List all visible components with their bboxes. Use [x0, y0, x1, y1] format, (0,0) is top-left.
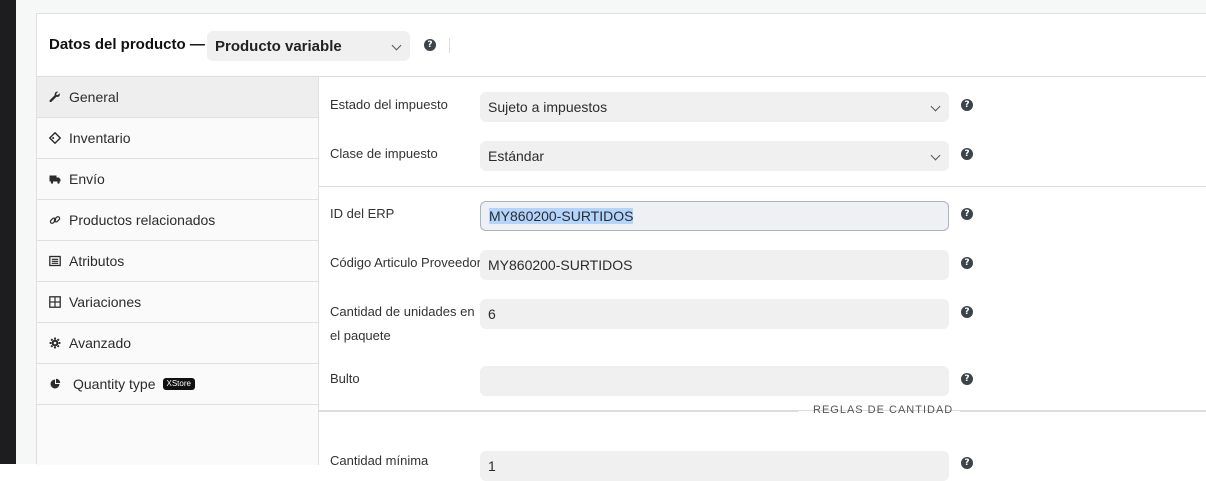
tab-label: Avanzado [69, 335, 132, 351]
tab-label: Atributos [69, 253, 125, 269]
tab-label: Envío [69, 171, 105, 187]
min-qty-input[interactable]: 1 [480, 451, 949, 481]
chevron-down-icon [930, 101, 941, 112]
product-type-value: Producto variable [215, 37, 342, 55]
tab-label: Quantity type [73, 376, 156, 392]
admin-sidebar-edge [0, 0, 16, 464]
help-icon[interactable]: ? [961, 148, 973, 160]
help-icon[interactable]: ? [424, 39, 436, 51]
list-icon [49, 255, 61, 267]
grid-icon [49, 296, 61, 308]
xstore-badge: XStore [162, 378, 195, 390]
help-icon[interactable]: ? [961, 208, 973, 220]
header-separator [449, 38, 450, 53]
tax-class-label: Clase de impuesto [330, 146, 438, 161]
tax-status-value: Sujeto a impuestos [488, 99, 608, 115]
erp-id-input[interactable]: MY860200-SURTIDOS [480, 201, 949, 231]
gear-icon [49, 337, 61, 349]
section-divider [319, 186, 1206, 187]
tab-atributos[interactable]: Atributos [37, 241, 318, 282]
min-qty-value: 1 [488, 458, 496, 474]
wrench-icon [49, 91, 61, 103]
tab-general[interactable]: General [37, 77, 318, 118]
tax-status-label: Estado del impuesto [330, 97, 448, 112]
link-icon [49, 214, 61, 226]
general-tab-content: Estado del impuesto Sujeto a impuestos ?… [319, 77, 1206, 481]
product-data-tabs: General Inventario Envío Productos relac… [37, 77, 319, 465]
tab-inventario[interactable]: Inventario [37, 118, 318, 159]
help-icon[interactable]: ? [961, 373, 973, 385]
erp-id-value: MY860200-SURTIDOS [489, 208, 634, 224]
panel-title: Datos del producto — [49, 36, 205, 53]
truck-icon [49, 173, 61, 185]
tab-envio[interactable]: Envío [37, 159, 318, 200]
supplier-code-value: MY860200-SURTIDOS [488, 257, 633, 273]
product-type-select[interactable]: Producto variable [207, 31, 410, 61]
tax-class-select[interactable]: Estándar [480, 141, 949, 171]
pie-icon [49, 378, 61, 390]
chevron-down-icon [930, 150, 941, 161]
min-qty-label: Cantidad mínima [330, 453, 429, 468]
units-per-package-label: Cantidad de unidades en [330, 304, 475, 319]
product-data-panel: Datos del producto — Producto variable ?… [36, 13, 1206, 481]
units-per-package-label-line2: el paquete [330, 328, 391, 343]
tab-label: Productos relacionados [69, 212, 216, 228]
supplier-code-label: Código Articulo Proveedor [330, 255, 482, 270]
supplier-code-input[interactable]: MY860200-SURTIDOS [480, 250, 949, 280]
panel-header: Datos del producto — Producto variable ? [37, 14, 1206, 77]
tab-variaciones[interactable]: Variaciones [37, 282, 318, 323]
tab-productos-relacionados[interactable]: Productos relacionados [37, 200, 318, 241]
tax-class-value: Estándar [488, 148, 545, 164]
tab-label: General [69, 89, 119, 105]
units-per-package-value: 6 [488, 306, 496, 322]
tab-label: Variaciones [69, 294, 142, 310]
tag-icon [49, 132, 61, 144]
help-icon[interactable]: ? [961, 99, 973, 111]
erp-id-label: ID del ERP [330, 206, 395, 221]
section-rule-left [318, 411, 798, 412]
bulto-label: Bulto [330, 371, 360, 386]
tax-status-select[interactable]: Sujeto a impuestos [480, 92, 949, 122]
help-icon[interactable]: ? [961, 457, 973, 469]
chevron-down-icon [391, 40, 402, 51]
bulto-input[interactable] [480, 366, 949, 396]
tab-label: Inventario [69, 130, 131, 146]
quantity-rules-heading: REGLAS DE CANTIDAD [813, 404, 954, 416]
help-icon[interactable]: ? [961, 306, 973, 318]
tab-quantity-type[interactable]: Quantity type XStore [37, 364, 318, 405]
units-per-package-input[interactable]: 6 [480, 299, 949, 329]
tab-avanzado[interactable]: Avanzado [37, 323, 318, 364]
section-rule-right [960, 411, 1206, 412]
help-icon[interactable]: ? [961, 257, 973, 269]
